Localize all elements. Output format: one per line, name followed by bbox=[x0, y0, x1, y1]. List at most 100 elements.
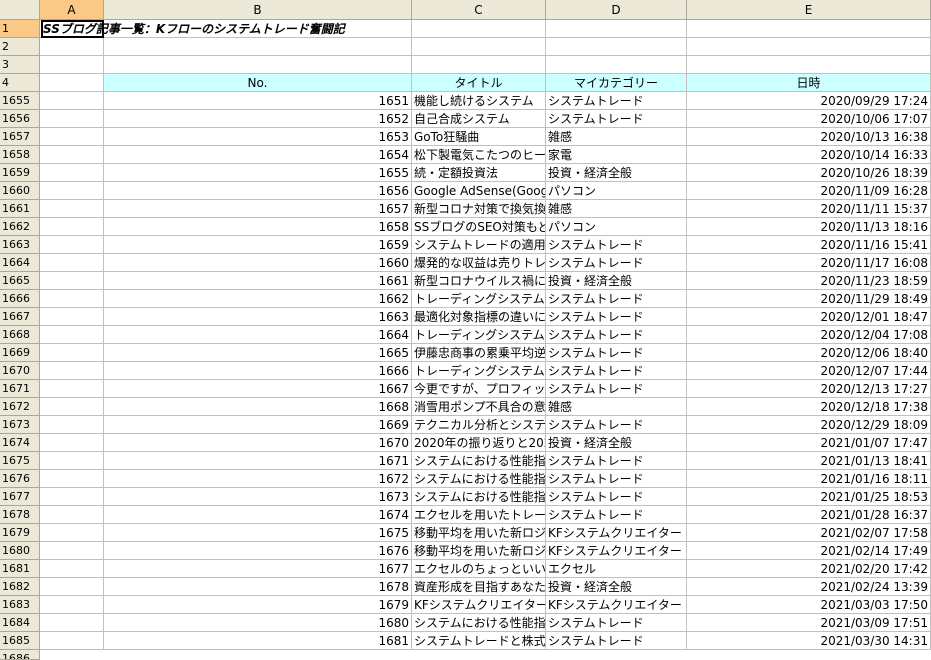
cell-category[interactable]: システムトレード bbox=[546, 488, 687, 506]
row-header-1670[interactable]: 1670 bbox=[0, 362, 40, 380]
cell-title[interactable]: エクセルのちょっといい話(20)：エクセル2003の bbox=[412, 560, 546, 578]
cell-no[interactable]: 1673 bbox=[104, 488, 412, 506]
cell-title[interactable]: システムトレードの適用限界とテスト運用 bbox=[412, 236, 546, 254]
cell-category[interactable]: KFシステムクリエイター bbox=[546, 542, 687, 560]
cell-title[interactable]: 爆発的な収益は売りトレードによってもたらされる bbox=[412, 254, 546, 272]
row-header-1671[interactable]: 1671 bbox=[0, 380, 40, 398]
cell-no[interactable]: 1653 bbox=[104, 128, 412, 146]
row-header-1678[interactable]: 1678 bbox=[0, 506, 40, 524]
cell-date[interactable]: 2021/01/25 18:53 bbox=[687, 488, 931, 506]
row-header-1675[interactable]: 1675 bbox=[0, 452, 40, 470]
cell-no[interactable]: 1666 bbox=[104, 362, 412, 380]
cell-a[interactable] bbox=[40, 434, 104, 452]
cell-title[interactable]: 伊藤忠商事の累乗平均逆システムにおける自己 bbox=[412, 344, 546, 362]
cell[interactable] bbox=[104, 38, 412, 56]
cell-a[interactable] bbox=[40, 506, 104, 524]
cell-no[interactable]: 1651 bbox=[104, 92, 412, 110]
cell-a[interactable] bbox=[40, 452, 104, 470]
cell-category[interactable]: システムトレード bbox=[546, 416, 687, 434]
cell-category[interactable]: システムトレード bbox=[546, 362, 687, 380]
cell[interactable] bbox=[104, 56, 412, 74]
cell-category[interactable]: システムトレード bbox=[546, 290, 687, 308]
cell[interactable] bbox=[412, 56, 546, 74]
cell-no[interactable]: 1681 bbox=[104, 632, 412, 650]
cell-a[interactable] bbox=[40, 596, 104, 614]
cell-category[interactable]: システムトレード bbox=[546, 344, 687, 362]
row-header-1660[interactable]: 1660 bbox=[0, 182, 40, 200]
row-header-1657[interactable]: 1657 bbox=[0, 128, 40, 146]
row-header-1662[interactable]: 1662 bbox=[0, 218, 40, 236]
cell-no[interactable]: 1680 bbox=[104, 614, 412, 632]
row-header-1686[interactable]: 1686 bbox=[0, 650, 40, 660]
row-header-1667[interactable]: 1667 bbox=[0, 308, 40, 326]
cell-date[interactable]: 2020/11/17 16:08 bbox=[687, 254, 931, 272]
row-header-1656[interactable]: 1656 bbox=[0, 110, 40, 128]
cell-a[interactable] bbox=[40, 344, 104, 362]
cell-category[interactable]: エクセル bbox=[546, 560, 687, 578]
row-header-1683[interactable]: 1683 bbox=[0, 596, 40, 614]
cell-no[interactable]: 1658 bbox=[104, 218, 412, 236]
row-header-1682[interactable]: 1682 bbox=[0, 578, 40, 596]
cell-date[interactable]: 2020/12/01 18:47 bbox=[687, 308, 931, 326]
cell[interactable] bbox=[40, 38, 104, 56]
row-header-1673[interactable]: 1673 bbox=[0, 416, 40, 434]
cell-date[interactable]: 2020/09/29 17:24 bbox=[687, 92, 931, 110]
cell-a[interactable] bbox=[40, 236, 104, 254]
spreadsheet[interactable]: ABCDEF1SSブログ記事一覧：Kフローのシステムトレード奮闘記234No.タ… bbox=[0, 0, 931, 660]
cell-a[interactable] bbox=[40, 380, 104, 398]
cell-title[interactable]: 松下製電気こたつのヒーターユニット交換 bbox=[412, 146, 546, 164]
cell-category[interactable]: パソコン bbox=[546, 218, 687, 236]
cell-date[interactable]: 2020/10/13 16:38 bbox=[687, 128, 931, 146]
cell-category[interactable]: 投資・経済全般 bbox=[546, 164, 687, 182]
select-all-corner[interactable] bbox=[0, 0, 40, 20]
cell-category[interactable]: システムトレード bbox=[546, 236, 687, 254]
cell-category[interactable]: 家電 bbox=[546, 146, 687, 164]
cell-a[interactable] bbox=[40, 632, 104, 650]
cell-date[interactable]: 2020/10/26 18:39 bbox=[687, 164, 931, 182]
cell-no[interactable]: 1656 bbox=[104, 182, 412, 200]
cell-category[interactable]: システムトレード bbox=[546, 254, 687, 272]
cell-no[interactable]: 1677 bbox=[104, 560, 412, 578]
cell-date[interactable]: 2021/02/20 17:42 bbox=[687, 560, 931, 578]
cell-no[interactable]: 1665 bbox=[104, 344, 412, 362]
cell-category[interactable]: KFシステムクリエイター bbox=[546, 596, 687, 614]
row-header-1679[interactable]: 1679 bbox=[0, 524, 40, 542]
cell-title[interactable]: 自己合成システム bbox=[412, 110, 546, 128]
row-header-1[interactable]: 1 bbox=[0, 20, 40, 38]
cell-title[interactable]: GoTo狂騒曲 bbox=[412, 128, 546, 146]
cell-title[interactable]: トレーディングシステムにおける最適化対象期間( bbox=[412, 326, 546, 344]
cell-title[interactable]: 最適化対象指標の違いによる最適パラメータの変 bbox=[412, 308, 546, 326]
cell-title[interactable]: 資産形成を目指すあなたへのメッセージ bbox=[412, 578, 546, 596]
cell-date[interactable]: 2020/12/07 17:44 bbox=[687, 362, 931, 380]
cell[interactable] bbox=[687, 38, 931, 56]
column-header-e[interactable]: E bbox=[687, 0, 931, 20]
row-header-1680[interactable]: 1680 bbox=[0, 542, 40, 560]
cell-title[interactable]: SSブログのSEO対策もどき bbox=[412, 218, 546, 236]
cell-no[interactable]: 1667 bbox=[104, 380, 412, 398]
cell-a[interactable] bbox=[40, 560, 104, 578]
cell-a[interactable] bbox=[40, 218, 104, 236]
cell-no[interactable]: 1663 bbox=[104, 308, 412, 326]
cell-title[interactable]: Google AdSense(Googleアドセンス)はじ～めました bbox=[412, 182, 546, 200]
cell-a[interactable] bbox=[40, 128, 104, 146]
cell[interactable] bbox=[546, 56, 687, 74]
cell-date[interactable]: 2021/01/07 17:47 bbox=[687, 434, 931, 452]
cell-title[interactable]: KFシステムクリエイターVer7.00取扱説明書 bbox=[412, 596, 546, 614]
cell-no[interactable]: 1655 bbox=[104, 164, 412, 182]
cell-date[interactable]: 2020/11/29 18:49 bbox=[687, 290, 931, 308]
cell-a[interactable] bbox=[40, 146, 104, 164]
cell-date[interactable]: 2020/11/16 15:41 bbox=[687, 236, 931, 254]
cell-title[interactable]: 移動平均を用いた新ロジックシステムの性能 bbox=[412, 542, 546, 560]
row-header-1668[interactable]: 1668 bbox=[0, 326, 40, 344]
row-header-1663[interactable]: 1663 bbox=[0, 236, 40, 254]
cell-no[interactable]: 1676 bbox=[104, 542, 412, 560]
row-header-1659[interactable]: 1659 bbox=[0, 164, 40, 182]
cell-no[interactable]: 1654 bbox=[104, 146, 412, 164]
cell-a[interactable] bbox=[40, 272, 104, 290]
cell-a[interactable] bbox=[40, 110, 104, 128]
row-header-2[interactable]: 2 bbox=[0, 38, 40, 56]
cell-date[interactable]: 2021/03/03 17:50 bbox=[687, 596, 931, 614]
cell[interactable] bbox=[687, 56, 931, 74]
cell-date[interactable]: 2021/02/07 17:58 bbox=[687, 524, 931, 542]
cell-category[interactable]: システムトレード bbox=[546, 614, 687, 632]
